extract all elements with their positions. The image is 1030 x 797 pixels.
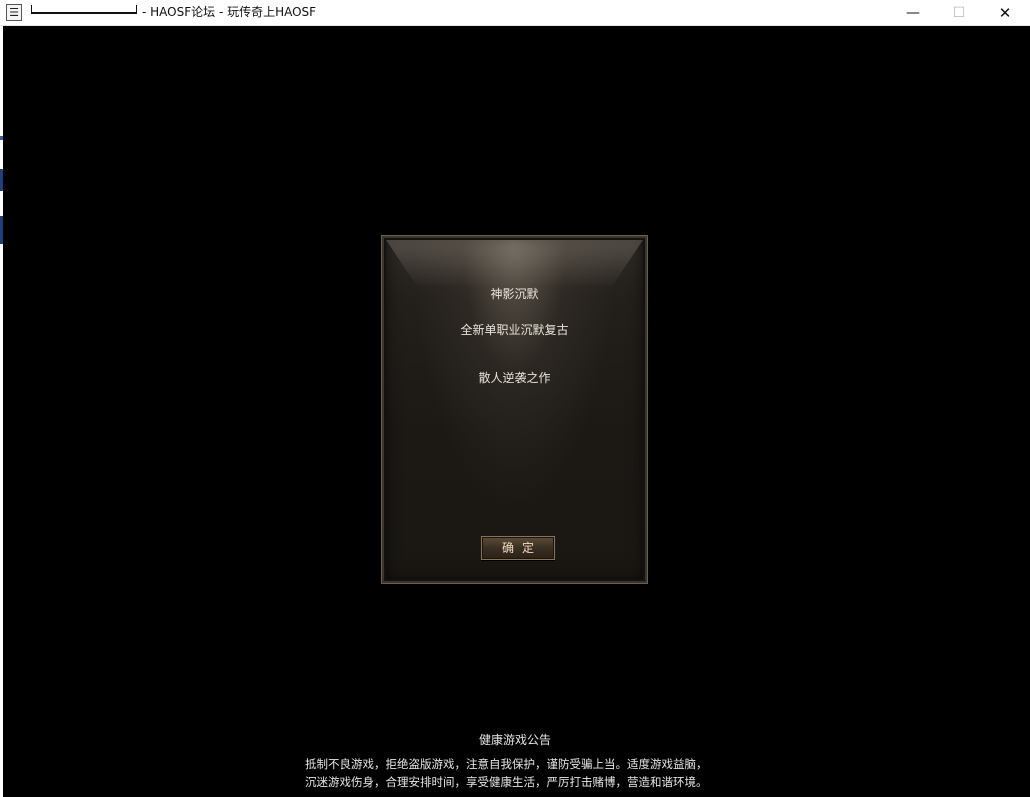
dialog-title: 神影沉默 [490,287,539,301]
health-notice-line: 抵制不良游戏，拒绝盗版游戏，注意自我保护，谨防受骗上当。适度游戏益脑， [305,757,708,771]
maximize-icon: ☐ [952,5,966,21]
minimize-button[interactable]: — [890,0,936,26]
health-notice-title: 健康游戏公告 [478,733,551,747]
confirm-button[interactable]: 确定 [481,536,555,560]
health-notice-line: 沉迷游戏伤身，合理安排时间，享受健康生活，严厉打击赌博，营造和谐环境。 [305,775,708,789]
minimize-icon: — [906,5,920,21]
close-button[interactable]: ✕ [982,0,1028,26]
dialog-subtitle: 全新单职业沉默复古 [460,323,569,337]
maximize-button[interactable]: ☐ [936,0,982,26]
window-left-edge [0,26,3,797]
close-icon: ✕ [998,4,1012,22]
app-icon[interactable] [6,4,22,21]
dialog-tagline: 散人逆袭之作 [478,371,551,385]
title-decoration [31,5,137,14]
window-titlebar[interactable]: - HAOSF论坛 - 玩传奇上HAOSF — ☐ ✕ [0,0,1030,26]
window-title: - HAOSF论坛 - 玩传奇上HAOSF [142,5,317,19]
announcement-dialog: 神影沉默 全新单职业沉默复古 散人逆袭之作 确定 [381,235,648,584]
